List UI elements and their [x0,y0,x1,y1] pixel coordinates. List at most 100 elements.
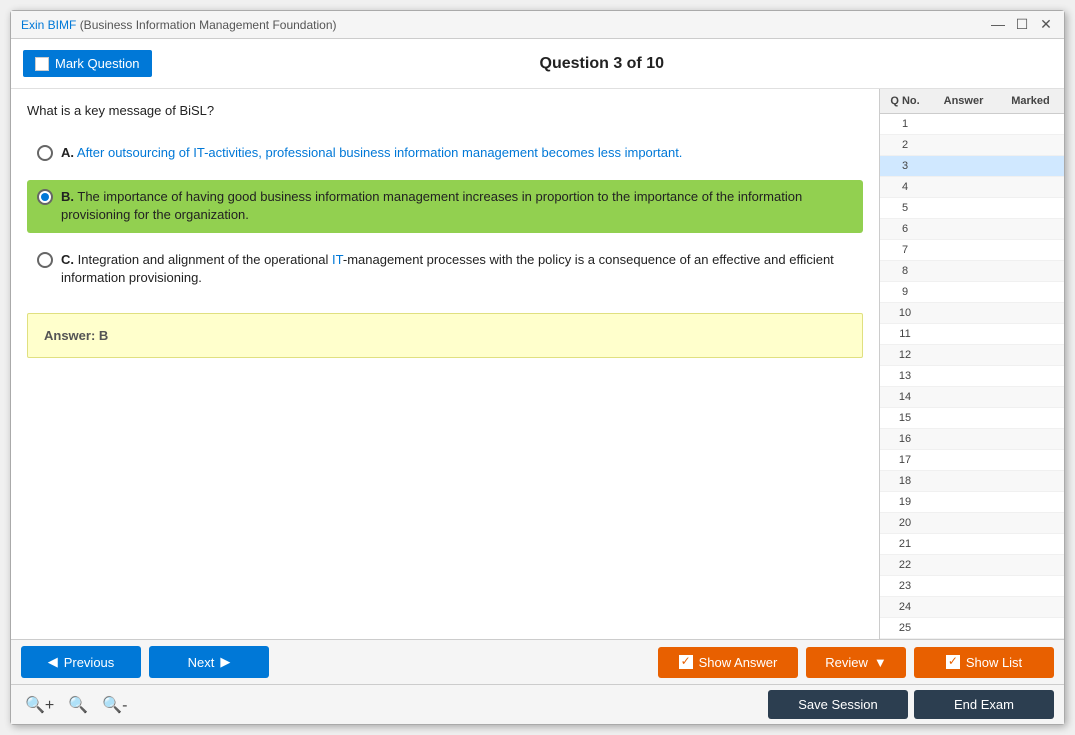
show-answer-label: Show Answer [699,655,778,670]
list-item[interactable]: 21 [880,534,1064,555]
row-marked [997,452,1064,468]
option-a[interactable]: A. After outsourcing of IT-activities, p… [27,136,863,170]
option-b[interactable]: B. The importance of having good busines… [27,180,863,232]
list-item[interactable]: 23 [880,576,1064,597]
option-c-text: C. Integration and alignment of the oper… [61,251,853,287]
option-c[interactable]: C. Integration and alignment of the oper… [27,243,863,295]
save-session-button[interactable]: Save Session [768,690,908,719]
show-list-button[interactable]: Show List [914,647,1054,678]
list-item[interactable]: 24 [880,597,1064,618]
row-marked [997,599,1064,615]
list-item[interactable]: 12 [880,345,1064,366]
next-chevron-icon: ▶ [220,654,230,670]
list-item[interactable]: 22 [880,555,1064,576]
side-panel: Q No. Answer Marked 1 2 3 4 5 6 [879,89,1064,639]
list-item[interactable]: 16 [880,429,1064,450]
list-item[interactable]: 4 [880,177,1064,198]
row-marked [997,137,1064,153]
list-item[interactable]: 2 [880,135,1064,156]
list-item[interactable]: 18 [880,471,1064,492]
row-marked [997,389,1064,405]
row-marked [997,536,1064,552]
list-item[interactable]: 7 [880,240,1064,261]
row-qno: 2 [880,137,930,153]
row-marked [997,305,1064,321]
list-item[interactable]: 19 [880,492,1064,513]
content-area: What is a key message of BiSL? A. After … [11,89,1064,639]
row-qno: 11 [880,326,930,342]
row-answer [930,578,997,594]
row-qno: 6 [880,221,930,237]
row-marked [997,620,1064,636]
row-marked [997,557,1064,573]
list-item[interactable]: 9 [880,282,1064,303]
row-answer [930,515,997,531]
option-b-radio[interactable] [37,189,53,205]
option-c-radio[interactable] [37,252,53,268]
show-list-label: Show List [966,655,1022,670]
row-qno: 16 [880,431,930,447]
row-answer [930,263,997,279]
row-marked [997,494,1064,510]
close-button[interactable]: ✕ [1038,16,1054,33]
row-marked [997,116,1064,132]
list-item[interactable]: 13 [880,366,1064,387]
row-marked [997,368,1064,384]
previous-label: Previous [64,655,115,670]
list-item[interactable]: 20 [880,513,1064,534]
question-text: What is a key message of BiSL? [27,103,863,118]
list-item[interactable]: 6 [880,219,1064,240]
row-marked [997,179,1064,195]
col-header-marked: Marked [997,93,1064,109]
row-answer [930,620,997,636]
previous-button[interactable]: ◀ Previous [21,646,141,678]
row-answer [930,116,997,132]
row-qno: 3 [880,158,930,174]
zoom-in-button[interactable]: 🔍+ [21,693,58,717]
row-qno: 22 [880,557,930,573]
option-a-radio[interactable] [37,145,53,161]
minimize-button[interactable]: — [990,16,1006,33]
save-session-label: Save Session [798,697,878,712]
mark-question-button[interactable]: Mark Question [23,50,152,77]
row-answer [930,431,997,447]
row-answer [930,179,997,195]
row-qno: 24 [880,599,930,615]
bottom-toolbar: ◀ Previous Next ▶ Show Answer Review ▼ S… [11,639,1064,684]
list-item[interactable]: 25 [880,618,1064,639]
row-answer [930,410,997,426]
list-item[interactable]: 1 [880,114,1064,135]
row-marked [997,431,1064,447]
list-item[interactable]: 15 [880,408,1064,429]
row-qno: 15 [880,410,930,426]
list-item[interactable]: 8 [880,261,1064,282]
list-item[interactable]: 14 [880,387,1064,408]
row-qno: 13 [880,368,930,384]
answer-text: Answer: B [44,328,108,343]
row-answer [930,599,997,615]
zoom-fit-button[interactable]: 🔍 [64,693,92,717]
mark-question-label: Mark Question [55,56,140,71]
list-item[interactable]: 3 [880,156,1064,177]
show-answer-button[interactable]: Show Answer [658,647,798,678]
row-answer [930,347,997,363]
maximize-button[interactable]: ☐ [1014,16,1030,33]
question-list[interactable]: 1 2 3 4 5 6 7 8 [880,114,1064,639]
zoom-out-button[interactable]: 🔍- [98,693,131,717]
side-panel-header: Q No. Answer Marked [880,89,1064,114]
list-item[interactable]: 5 [880,198,1064,219]
row-qno: 14 [880,389,930,405]
list-item[interactable]: 10 [880,303,1064,324]
row-qno: 9 [880,284,930,300]
list-item[interactable]: 17 [880,450,1064,471]
row-marked [997,515,1064,531]
next-button[interactable]: Next ▶ [149,646,269,678]
row-marked [997,347,1064,363]
main-window: Exin BIMF (Business Information Manageme… [10,10,1065,725]
row-answer [930,368,997,384]
row-qno: 17 [880,452,930,468]
review-button[interactable]: Review ▼ [806,647,906,678]
end-exam-button[interactable]: End Exam [914,690,1054,719]
row-answer [930,494,997,510]
list-item[interactable]: 11 [880,324,1064,345]
